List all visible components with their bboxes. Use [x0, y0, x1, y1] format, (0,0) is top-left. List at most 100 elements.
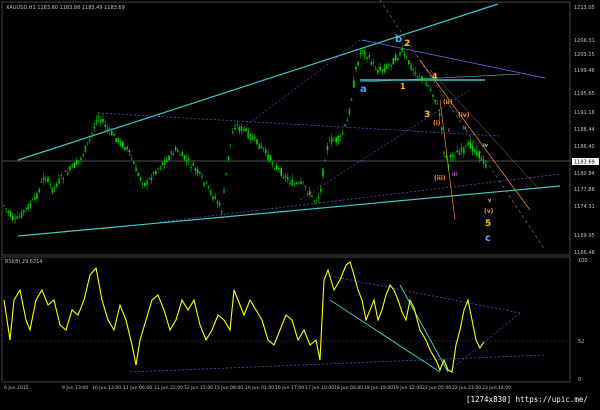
candle-body: [419, 78, 421, 79]
candle-body: [126, 147, 128, 150]
candle-body: [56, 183, 58, 187]
wave-label-5: 5: [485, 219, 491, 229]
candle-body: [247, 130, 249, 139]
time-axis: 8 Jun 2015 9 Jun 13:00 10 Jun 13:00 11 J…: [4, 385, 511, 391]
upper-channel-line[interactable]: [17, 3, 499, 161]
candle-body: [370, 62, 373, 65]
price-trendlines[interactable]: [17, 0, 561, 251]
candle-body: [258, 143, 260, 150]
rsi-lower-dotted: [129, 354, 546, 373]
candle-body: [71, 164, 73, 167]
candle-body: [454, 156, 456, 158]
candle-body: [476, 151, 478, 156]
rsi-upper-dotted: [329, 275, 521, 314]
candle-body: [298, 182, 300, 183]
candle-body: [174, 147, 177, 151]
candle-body: [40, 181, 43, 183]
candle-body: [100, 119, 102, 124]
candle-body: [335, 137, 337, 142]
candle-body: [287, 177, 289, 180]
candle-body: [190, 167, 192, 168]
candle-body: [331, 137, 333, 144]
dotted-diag-2: [299, 89, 471, 201]
candle-body: [276, 166, 278, 170]
candle-body: [106, 128, 109, 130]
candle-body: [265, 148, 267, 154]
candle-body: [447, 164, 450, 168]
candle-body: [229, 144, 232, 146]
time-tick: 17 Jun 10:00: [305, 385, 334, 391]
candle-body: [27, 204, 29, 210]
candle-body: [306, 193, 309, 195]
wave-label-iii: (iii): [434, 175, 446, 182]
candle-body: [485, 163, 487, 168]
candle-body: [436, 103, 439, 105]
wave-label-ii: (ii): [443, 99, 453, 106]
dotted-support-line: [159, 173, 561, 223]
candle-body: [467, 142, 469, 146]
candle-body: [232, 131, 234, 134]
time-tick: 22 Jun 21:00: [452, 385, 481, 391]
candle-body: [108, 128, 111, 131]
time-tick: 9 Jun 13:00: [62, 385, 88, 391]
candle-body: [425, 82, 428, 86]
candle-body: [135, 167, 137, 172]
candle-body: [185, 160, 188, 162]
rsi-trend-steep[interactable]: [399, 284, 449, 373]
candle-body: [155, 171, 157, 174]
candle-body: [243, 128, 245, 131]
candle-body: [42, 176, 45, 181]
candle-body: [62, 177, 65, 180]
candle-body: [256, 139, 258, 145]
candle-body: [199, 171, 201, 174]
price-tick: 1203.15: [574, 52, 595, 58]
candle-body: [34, 196, 36, 200]
candle-body: [172, 153, 175, 156]
candle-body: [58, 178, 60, 184]
candle-body: [67, 172, 69, 175]
price-tick: 1191.16: [574, 110, 595, 116]
candle-body: [9, 211, 12, 217]
price-tick: 1195.65: [574, 91, 595, 97]
candle-body: [104, 124, 106, 128]
candle-body: [238, 127, 241, 131]
dotted-diag-1: [239, 39, 361, 131]
candle-body: [315, 199, 318, 201]
candle-body: [337, 136, 340, 142]
candle-body: [221, 211, 223, 213]
candle-body: [405, 57, 408, 59]
wave-label-4: 4: [432, 72, 438, 81]
candle-body: [216, 201, 219, 204]
rsi-trendlines[interactable]: [2, 275, 570, 373]
candle-body: [311, 194, 313, 197]
candle-body: [207, 185, 210, 188]
candle-body: [456, 150, 458, 153]
candle-body: [146, 180, 148, 186]
price-tick: 1199.46: [574, 68, 595, 74]
candle-body: [324, 159, 326, 161]
time-tick: 15 Jun 08:00: [214, 385, 243, 391]
trading-chart[interactable]: XAUUSD,H1 1183.60 1183.88 1183.49 1183.6…: [0, 0, 600, 410]
candle-body: [480, 156, 483, 162]
candle-body: [381, 69, 384, 71]
lower-channel-line[interactable]: [17, 185, 561, 237]
candle-body: [73, 162, 76, 168]
candle-body: [394, 54, 397, 61]
candle-body: [69, 166, 71, 170]
candle-body: [348, 109, 351, 115]
candle-body: [379, 66, 381, 70]
time-tick: 8 Jun 2015: [4, 385, 29, 391]
candle-body: [249, 134, 252, 140]
price-tick: 1169.95: [574, 233, 595, 239]
b-top-line[interactable]: [361, 39, 546, 79]
candle-body: [328, 140, 331, 142]
candle-body: [225, 173, 227, 175]
wave-label-small-ii: ii: [463, 126, 467, 132]
candle-body: [141, 183, 144, 185]
candle-body: [317, 196, 320, 199]
time-tick: 19 Jun 12:00: [393, 385, 422, 391]
candle-body: [78, 160, 80, 162]
candle-body: [166, 158, 168, 163]
candle-body: [157, 168, 159, 170]
candle-body: [29, 203, 32, 206]
